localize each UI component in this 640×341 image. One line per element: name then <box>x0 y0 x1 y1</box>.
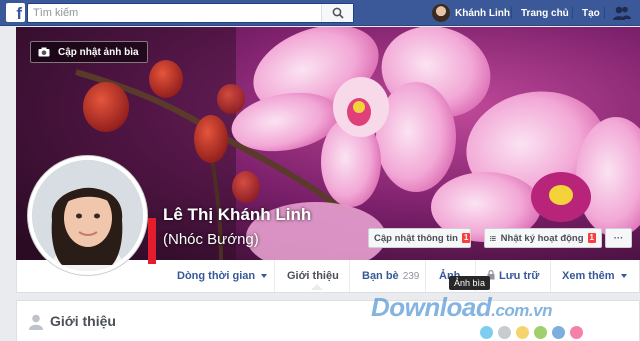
tab-more-label: Xem thêm <box>562 270 615 282</box>
tab-friends-label: Bạn bè <box>362 270 399 282</box>
profile-name[interactable]: Lê Thị Khánh Linh <box>163 205 311 225</box>
nav-divider <box>511 7 512 19</box>
tab-more[interactable]: Xem thêm <box>562 260 627 292</box>
tab-archive-label: Lưu trữ <box>499 270 540 282</box>
tab-divider <box>274 260 275 292</box>
update-info-button[interactable]: Cập nhật thông tin 1 <box>368 228 471 248</box>
watermark-dots <box>480 326 588 339</box>
watermark-brand: Download <box>371 292 492 322</box>
watermark-dot <box>498 326 511 339</box>
camera-icon <box>38 47 50 57</box>
nav-divider <box>572 7 573 19</box>
search-icon <box>332 7 344 19</box>
download-watermark: Download.com.vn <box>371 292 552 323</box>
search-box <box>27 3 354 23</box>
activity-log-badge: 1 <box>587 233 596 243</box>
update-cover-label: Cập nhật ảnh bìa <box>58 46 139 58</box>
chevron-down-icon <box>261 274 268 279</box>
activity-log-button[interactable]: Nhật ký hoạt động 1 <box>484 228 602 248</box>
avatar <box>432 4 450 22</box>
nav-profile-link[interactable]: Khánh Linh <box>432 3 510 23</box>
watermark-dot <box>570 326 583 339</box>
nav-home-link[interactable]: Trang chủ <box>521 8 569 19</box>
update-cover-button[interactable]: Cập nhật ảnh bìa <box>30 41 148 63</box>
profile-picture[interactable] <box>27 155 148 276</box>
chevron-down-icon <box>620 274 627 279</box>
watermark-dot <box>534 326 547 339</box>
nav-divider <box>604 7 605 19</box>
facebook-logo[interactable]: f <box>6 3 25 22</box>
cover-photo-tooltip: Ảnh bìa <box>449 276 491 290</box>
update-info-label: Cập nhật thông tin <box>374 232 458 244</box>
nav-create-link[interactable]: Tạo <box>582 8 600 19</box>
nav-user-name: Khánh Linh <box>455 7 510 19</box>
list-icon <box>490 235 496 241</box>
more-options-button[interactable]: ··· <box>605 228 632 248</box>
friends-count: 239 <box>402 271 420 282</box>
tab-friends[interactable]: Bạn bè 239 <box>362 260 419 292</box>
profile-alternate-name: (Nhóc Bướng) <box>163 231 259 248</box>
intro-title: Giới thiệu <box>50 313 116 329</box>
tab-archive[interactable]: Lưu trữ <box>487 260 539 292</box>
profile-photo <box>32 160 143 271</box>
profile-accent-bar <box>148 218 156 264</box>
tab-timeline-label: Dòng thời gian <box>177 270 256 282</box>
tab-divider <box>425 260 426 292</box>
active-tab-marker <box>311 284 323 290</box>
watermark-dot <box>480 326 493 339</box>
top-navigation-bar: f Khánh Linh Trang chủ Tạo <box>0 0 640 26</box>
update-info-badge: 1 <box>461 233 471 243</box>
watermark-suffix: .com.vn <box>491 301 552 320</box>
friend-requests-icon[interactable] <box>612 5 632 21</box>
tab-timeline[interactable]: Dòng thời gian <box>177 260 268 292</box>
tab-about-label: Giới thiệu <box>287 270 339 282</box>
watermark-dot <box>552 326 565 339</box>
activity-log-label: Nhật ký hoạt động <box>500 232 584 244</box>
person-icon <box>29 314 43 330</box>
tab-divider <box>550 260 551 292</box>
watermark-dot <box>516 326 529 339</box>
search-input[interactable] <box>28 4 318 22</box>
more-options-icon: ··· <box>613 232 624 244</box>
tab-divider <box>349 260 350 292</box>
search-button[interactable] <box>321 4 353 22</box>
